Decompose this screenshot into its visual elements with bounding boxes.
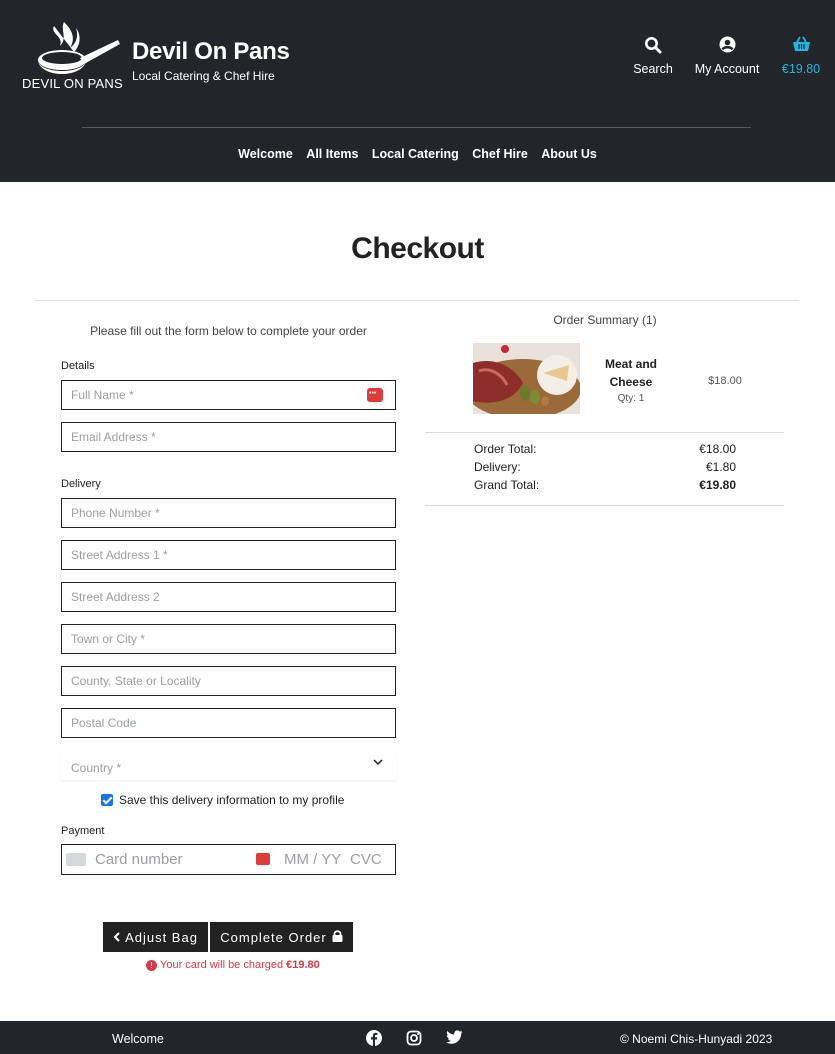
grand-total-value: €19.80 (699, 478, 736, 492)
chevron-left-icon (113, 930, 120, 945)
search-link[interactable]: Search (628, 36, 678, 76)
postcode-field[interactable] (61, 708, 396, 738)
payment-label: Payment (61, 825, 105, 837)
card-cvc-input[interactable]: CVC (350, 851, 382, 868)
email-field[interactable] (61, 422, 396, 452)
country-placeholder: Country * (71, 761, 122, 775)
nav-welcome[interactable]: Welcome (238, 147, 293, 161)
header-divider (82, 127, 751, 128)
nav-chef-hire[interactable]: Chef Hire (472, 147, 528, 161)
adjust-bag-button[interactable]: Adjust Bag (103, 922, 208, 952)
full-name-input[interactable] (62, 381, 395, 409)
product-qty: Qty: 1 (617, 393, 645, 404)
footer-copyright: © Noemi Chis-Hunyadi 2023 (620, 1032, 773, 1046)
charge-amount: €19.80 (286, 959, 320, 971)
chevron-down-icon (373, 757, 383, 769)
phone-field[interactable] (61, 498, 396, 528)
nav-about-us[interactable]: About Us (541, 147, 597, 161)
postcode-input[interactable] (62, 709, 395, 737)
order-summary-title: Order Summary (1) (553, 313, 657, 327)
logo-text: DEVIL ON PANS (22, 76, 123, 91)
brand[interactable]: Devil On Pans Local Catering & Chef Hire (132, 38, 290, 83)
adjust-bag-label: Adjust Bag (125, 929, 198, 945)
product-price: $18.00 (708, 375, 742, 387)
card-number-input[interactable]: Card number (95, 851, 183, 868)
title-divider (34, 300, 799, 301)
facebook-icon[interactable] (366, 1030, 382, 1046)
order-total-value: €18.00 (699, 442, 736, 456)
brand-name: Devil On Pans (132, 38, 290, 65)
summary-bottom-divider (425, 505, 784, 506)
brand-tagline: Local Catering & Chef Hire (132, 69, 275, 83)
password-manager-icon[interactable] (367, 388, 383, 402)
site-footer: Welcome © Noemi Chis-Hunyadi 2023 (0, 1021, 835, 1054)
delivery-cost-value: €1.80 (705, 460, 736, 474)
town-field[interactable] (61, 624, 396, 654)
product-image[interactable] (473, 343, 580, 414)
town-input[interactable] (62, 625, 395, 653)
twitter-icon[interactable] (446, 1030, 463, 1046)
card-brand-icon (66, 853, 86, 866)
card-element[interactable]: Card number MM / YY CVC (61, 844, 396, 875)
password-manager-icon[interactable] (256, 853, 270, 865)
charge-warning: ! Your card will be charged €19.80 (146, 959, 320, 971)
basket-icon (778, 36, 824, 56)
grand-total-label: Grand Total: (474, 478, 540, 492)
site-header: DEVIL ON PANS Devil On Pans Local Cateri… (0, 0, 835, 182)
street-address-1-input[interactable] (62, 541, 395, 569)
charge-note-text: Your card will be charged (160, 959, 284, 971)
complete-order-label: Complete Order (220, 929, 327, 945)
complete-order-button[interactable]: Complete Order (210, 922, 353, 952)
phone-input[interactable] (62, 499, 395, 527)
bag-total: €19.80 (781, 62, 821, 76)
user-circle-icon (690, 36, 764, 56)
street-address-2-input[interactable] (62, 583, 395, 611)
county-input[interactable] (62, 667, 395, 695)
details-label: Details (61, 360, 95, 372)
card-expiry-input[interactable]: MM / YY (284, 851, 341, 868)
form-intro: Please fill out the form below to comple… (90, 324, 367, 338)
order-total-label: Order Total: (474, 442, 537, 456)
full-name-field[interactable] (61, 380, 396, 410)
footer-welcome-link[interactable]: Welcome (112, 1032, 164, 1046)
save-info-row[interactable]: Save this delivery information to my pro… (101, 793, 344, 807)
delivery-cost-label: Delivery: (474, 460, 521, 474)
save-info-checkbox[interactable] (101, 794, 113, 806)
search-icon (628, 36, 678, 56)
save-info-label: Save this delivery information to my pro… (119, 793, 345, 807)
social-links (366, 1030, 463, 1046)
search-label: Search (633, 62, 673, 76)
my-account-link[interactable]: My Account (690, 36, 764, 76)
main-nav: Welcome All Items Local Catering Chef Hi… (0, 147, 835, 161)
street-address-2-field[interactable] (61, 582, 396, 612)
summary-divider (425, 432, 784, 433)
street-address-1-field[interactable] (61, 540, 396, 570)
instagram-icon[interactable] (406, 1030, 422, 1046)
exclamation-circle-icon: ! (146, 959, 157, 971)
delivery-label: Delivery (61, 478, 101, 490)
country-select[interactable]: Country * (61, 752, 396, 780)
shopping-bag-link[interactable]: €19.80 (778, 36, 824, 76)
nav-local-catering[interactable]: Local Catering (372, 147, 459, 161)
email-input[interactable] (62, 423, 395, 451)
county-field[interactable] (61, 666, 396, 696)
page-title: Checkout (351, 232, 484, 265)
my-account-label: My Account (694, 62, 760, 76)
lock-icon (332, 929, 343, 945)
nav-all-items[interactable]: All Items (306, 147, 358, 161)
product-name[interactable]: Meat and Cheese (596, 355, 666, 391)
